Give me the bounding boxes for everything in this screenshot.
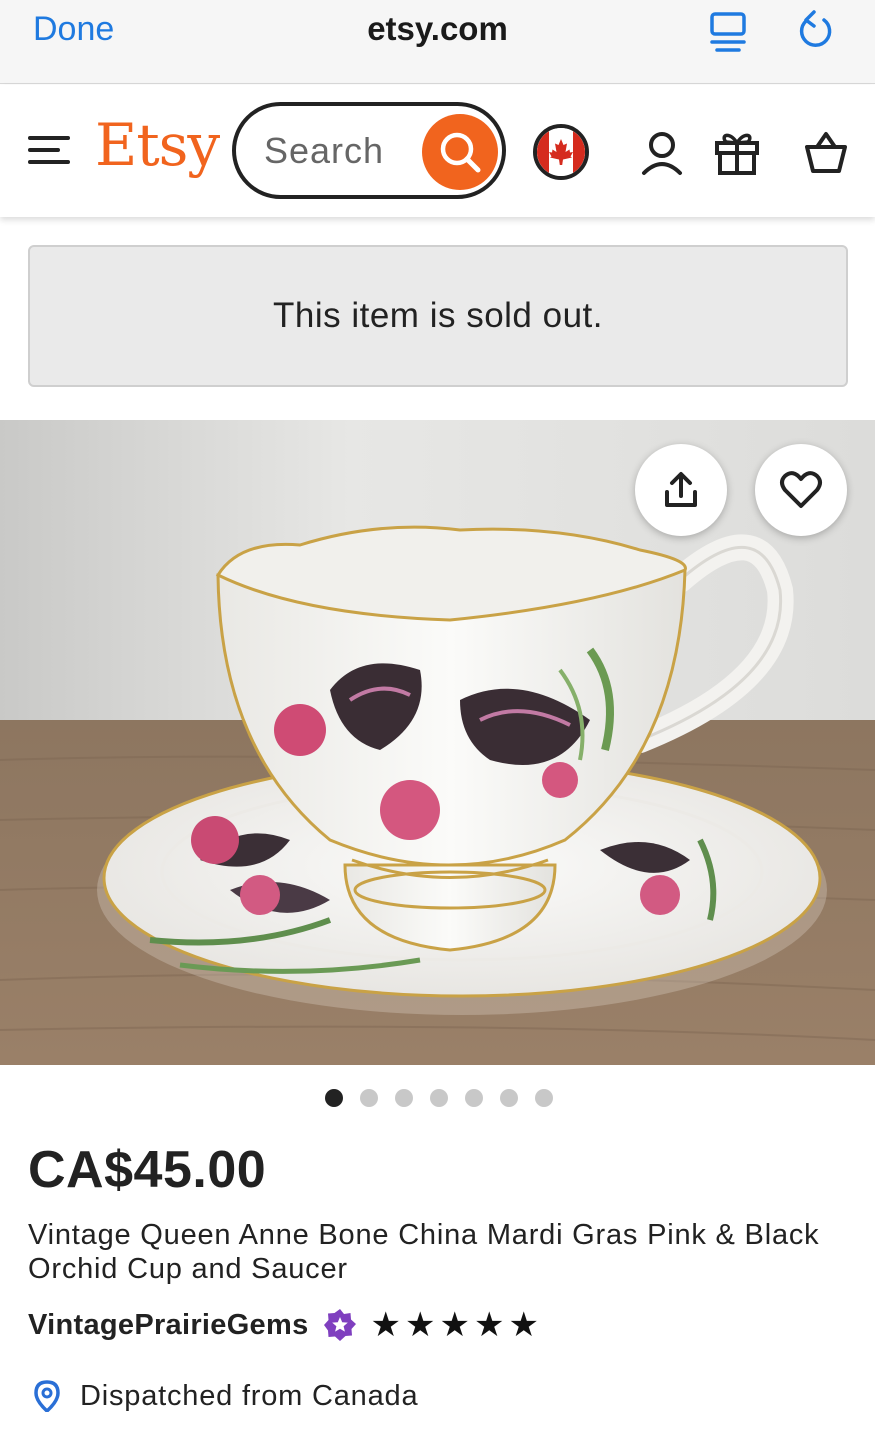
search-button[interactable]	[422, 114, 498, 190]
site-header: Etsy	[0, 85, 875, 217]
carousel-dot[interactable]	[500, 1089, 518, 1107]
sold-out-notice: This item is sold out.	[28, 245, 848, 387]
dispatch-text: Dispatched from Canada	[80, 1379, 419, 1412]
favorite-button[interactable]	[755, 444, 847, 536]
star-icon: ★	[405, 1306, 436, 1344]
star-seller-badge-icon	[323, 1309, 356, 1341]
carousel-dot[interactable]	[395, 1089, 413, 1107]
location-pin-icon	[34, 1380, 60, 1412]
dispatch-info: Dispatched from Canada	[34, 1376, 418, 1416]
reload-icon[interactable]	[794, 6, 838, 54]
star-icon: ★	[439, 1306, 470, 1344]
star-icon: ★	[508, 1306, 539, 1344]
image-carousel-indicator	[0, 1089, 875, 1109]
gift-icon[interactable]	[712, 127, 762, 177]
browser-toolbar: Done etsy.com	[0, 0, 875, 84]
seller-rating-stars[interactable]: ★ ★ ★ ★ ★	[371, 1308, 539, 1342]
star-icon: ★	[370, 1306, 401, 1344]
account-icon[interactable]	[640, 129, 684, 177]
share-button[interactable]	[635, 444, 727, 536]
carousel-dot[interactable]	[360, 1089, 378, 1107]
heart-icon	[780, 471, 822, 508]
reader-view-icon[interactable]	[707, 8, 751, 56]
star-icon: ★	[473, 1306, 505, 1344]
search-icon	[440, 132, 481, 173]
seller-name-link[interactable]: VintagePrairieGems	[28, 1309, 309, 1342]
etsy-logo[interactable]: Etsy	[95, 111, 220, 179]
search-input[interactable]	[264, 106, 414, 195]
product-price: CA$45.00	[28, 1141, 267, 1199]
carousel-dot[interactable]	[465, 1089, 483, 1107]
seller-row: VintagePrairieGems ★ ★ ★ ★ ★	[28, 1305, 539, 1345]
search-bar	[232, 102, 506, 199]
region-selector-button[interactable]	[533, 124, 589, 180]
sold-out-text: This item is sold out.	[273, 296, 603, 335]
carousel-dot[interactable]	[535, 1089, 553, 1107]
menu-icon[interactable]	[28, 132, 70, 168]
carousel-dot[interactable]	[325, 1089, 343, 1107]
share-icon	[665, 472, 697, 507]
product-title: Vintage Queen Anne Bone China Mardi Gras…	[28, 1219, 820, 1285]
canada-flag-icon	[537, 128, 585, 176]
carousel-dot[interactable]	[430, 1089, 448, 1107]
cart-icon[interactable]	[803, 129, 849, 175]
product-image[interactable]	[0, 420, 875, 1065]
